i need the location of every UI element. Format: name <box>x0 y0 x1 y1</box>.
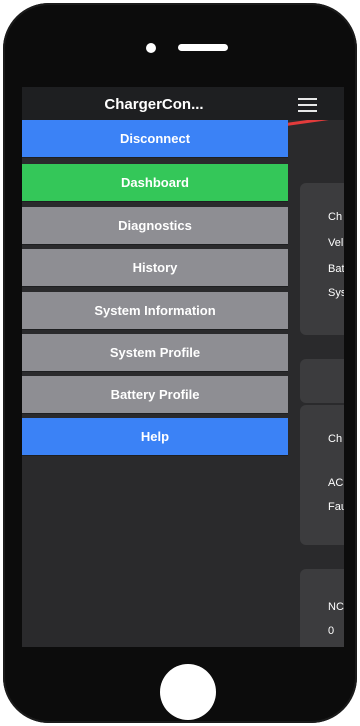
panel-3-row-2: 0 <box>328 625 335 637</box>
help-button[interactable]: Help <box>22 418 288 456</box>
top-bar: ChargerCon... <box>22 87 344 120</box>
dashboard-button[interactable]: Dashboard <box>22 164 288 202</box>
info-panel-1: Ch Vel Bat Sys <box>300 183 344 335</box>
home-button[interactable] <box>160 664 216 720</box>
app-title: ChargerCon... <box>104 96 204 113</box>
info-panel-2: Ch AC Fau <box>300 405 344 545</box>
panel-2-row-1: Ch <box>328 433 343 445</box>
speaker-slot <box>178 44 228 51</box>
panel-1-row-4: Sys <box>328 287 344 299</box>
history-button[interactable]: History <box>22 249 288 287</box>
system-information-button[interactable]: System Information <box>22 292 288 330</box>
panel-1-row-1: Ch <box>328 211 343 223</box>
panel-1-row-3: Bat <box>328 263 344 275</box>
info-panel-3: NC 0 <box>300 569 344 647</box>
app-screen: Ch Vel Bat Sys Ch AC Fau NC 0 ChargerCon… <box>22 87 344 647</box>
system-profile-button[interactable]: System Profile <box>22 334 288 372</box>
panel-1-row-2: Vel <box>328 237 344 249</box>
camera-dot <box>146 43 156 53</box>
panel-2-row-3: Fau <box>328 501 344 513</box>
panel-3-row-1: NC <box>328 601 344 613</box>
hamburger-menu-icon[interactable] <box>298 98 317 112</box>
disconnect-button[interactable]: Disconnect <box>22 120 288 158</box>
battery-profile-button[interactable]: Battery Profile <box>22 376 288 414</box>
info-panel-2-header <box>300 359 344 403</box>
diagnostics-button[interactable]: Diagnostics <box>22 207 288 245</box>
panel-2-row-2: AC <box>328 477 344 489</box>
